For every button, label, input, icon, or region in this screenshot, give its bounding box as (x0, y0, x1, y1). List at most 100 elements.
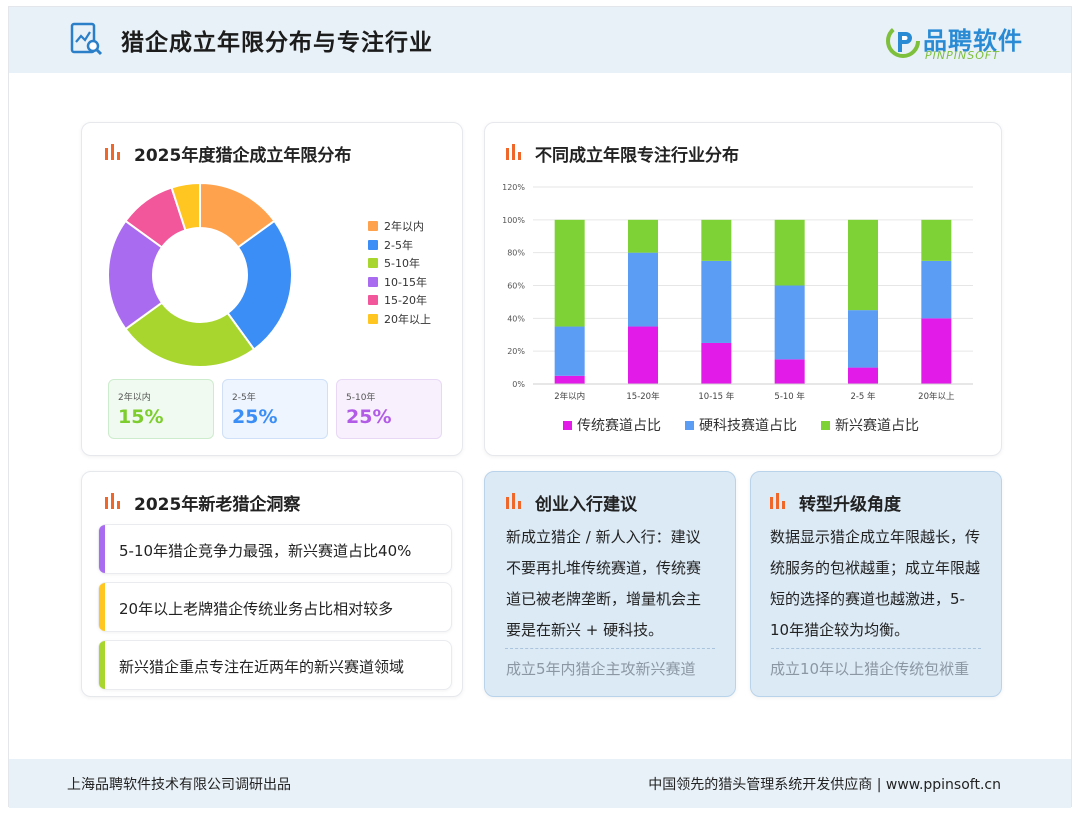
stat-value: 25% (232, 406, 278, 428)
bar-segment[interactable] (921, 318, 952, 384)
insight-item: 20年以上老牌猎企传统业务占比相对较多 (98, 582, 452, 632)
advice-footnote: 成立5年内猎企主攻新兴赛道 (506, 660, 696, 678)
industry-distribution-card: 不同成立年限专注行业分布 0% 20% 40% 60% 80% 100% 120% 2年以内 1… (484, 122, 1002, 456)
stacked-bar-chart: 0% 20% 40% 60% 80% 100% 120% 2年以内 15-20年 10-15 年 5… (502, 183, 973, 434)
bar-segment[interactable] (701, 219, 732, 261)
legend-swatch (563, 421, 572, 430)
bar-segment[interactable] (554, 219, 585, 327)
brand-name-en: PINPINSOFT (925, 49, 1000, 62)
stat-label: 2-5年 (232, 393, 256, 403)
upgrade-card: 转型升级角度 数据显示猎企成立年限越长，传统服务的包袱越重；成立年限越短的选择的… (750, 471, 1002, 697)
brand-logo-mark (886, 24, 920, 58)
y-tick-label: 40% (507, 314, 525, 323)
y-tick-label: 80% (507, 249, 525, 258)
footer-bar: 上海品聘软件技术有限公司调研出品 中国领先的猎头管理系统开发供应商 | www.… (9, 759, 1071, 808)
insight-text: 5-10年猎企竞争力最强，新兴赛道占比40% (119, 542, 412, 560)
legend-item: 5-10年 (368, 255, 420, 271)
bar-chart-icon (105, 144, 120, 160)
x-tick-label: 15-20年 (626, 391, 660, 402)
page-title: 猎企成立年限分布与专注行业 (121, 30, 433, 56)
bar-segment[interactable] (774, 359, 805, 384)
bar-segment[interactable] (628, 219, 658, 253)
stat-box: 5-10年 25% (336, 379, 442, 439)
legend-label: 传统赛道占比 (577, 418, 661, 434)
x-tick-label: 2-5 年 (850, 391, 876, 402)
stat-box: 2年以内 15% (108, 379, 214, 439)
bar-segment[interactable] (701, 260, 732, 343)
legend-swatch (685, 421, 694, 430)
legend-item: 2-5年 (368, 237, 413, 253)
x-tick-label: 20年以上 (918, 391, 955, 402)
legend-label: 2年以内 (384, 220, 424, 233)
footer-website[interactable]: 中国领先的猎头管理系统开发供应商 | www.ppinsoft.cn (648, 774, 1001, 794)
bar-chart-icon (105, 493, 120, 509)
bar-chart-icon (506, 144, 521, 160)
legend-swatch (368, 221, 378, 231)
insight-item: 5-10年猎企竞争力最强，新兴赛道占比40% (98, 524, 452, 574)
bar-segment[interactable] (848, 367, 878, 384)
bar-segment[interactable] (554, 375, 585, 384)
legend-swatch (368, 276, 378, 287)
stat-label: 2年以内 (118, 393, 151, 403)
bar-segment[interactable] (921, 219, 952, 261)
bar-segment[interactable] (921, 260, 952, 319)
y-tick-label: 100% (502, 216, 525, 225)
legend-item: 15-20年 (368, 292, 427, 308)
legend-label: 2-5年 (384, 238, 413, 252)
legend-label: 新兴赛道占比 (835, 418, 919, 434)
legend-swatch (368, 258, 378, 268)
insight-accent-bar (99, 525, 105, 573)
insight-text: 20年以上老牌猎企传统业务占比相对较多 (119, 600, 394, 618)
x-tick-label: 10-15 年 (698, 391, 734, 402)
divider (771, 648, 981, 649)
y-tick-label: 60% (507, 282, 525, 291)
legend-swatch (368, 295, 378, 305)
legend-label: 20年以上 (384, 312, 431, 326)
bar-segment[interactable] (628, 326, 658, 384)
upgrade-footnote: 成立10年以上猎企传统包袱重 (770, 660, 970, 678)
y-tick-label: 20% (507, 347, 525, 356)
bar-segment[interactable] (848, 310, 878, 368)
header-bar: 猎企成立年限分布与专注行业 品聘软件 PINPINSOFT (9, 7, 1071, 73)
insights-card: 2025年新老猎企洞察 5-10年猎企竞争力最强，新兴赛道占比40% 20年以上老… (81, 471, 463, 697)
legend-label: 硬科技赛道占比 (699, 418, 797, 434)
x-tick-label: 2年以内 (554, 391, 585, 402)
bar-chart-icon (770, 493, 785, 509)
x-tick-label: 5-10 年 (774, 391, 805, 402)
insight-accent-bar (99, 641, 105, 689)
upgrade-body: 数据显示猎企成立年限越长，传统服务的包袱越重；成立年限越短的选择的赛道也越激进，… (770, 528, 981, 639)
bar-segment[interactable] (774, 219, 805, 286)
legend-label: 10-15年 (384, 275, 427, 289)
y-tick-label: 120% (502, 183, 525, 192)
stat-label: 5-10年 (346, 393, 376, 403)
insight-accent-bar (99, 583, 105, 631)
bar-chart-icon (506, 493, 521, 509)
legend-item: 2年以内 (368, 218, 424, 234)
legend-item: 20年以上 (368, 311, 431, 327)
legend-swatch (821, 421, 830, 430)
advice-body: 新成立猎企 / 新人入行：建议不要再扎堆传统赛道，传统赛道已被老牌垄断，增量机会… (506, 528, 702, 639)
stat-value: 15% (118, 406, 164, 428)
chart-search-icon (70, 22, 103, 56)
legend-swatch (368, 313, 378, 324)
brand-logo: 品聘软件 PINPINSOFT (885, 19, 1035, 63)
donut-chart (107, 181, 293, 368)
bar-segment[interactable] (774, 285, 805, 360)
divider (505, 648, 715, 649)
bar-segment[interactable] (628, 252, 658, 327)
legend-label: 15-20年 (384, 294, 427, 307)
bar-segment[interactable] (848, 219, 878, 311)
startup-advice-card: 创业入行建议 新成立猎企 / 新人入行：建议不要再扎堆传统赛道，传统赛道已被老牌… (484, 471, 736, 697)
bar-segment[interactable] (554, 326, 585, 376)
age-distribution-card: 2025年度猎企成立年限分布 2年以内 2-5年 5-10年 10-15年 15-20年… (81, 122, 463, 456)
bar-segment[interactable] (701, 342, 732, 384)
legend-item: 10-15年 (368, 274, 427, 290)
insight-item: 新兴猎企重点专注在近两年的新兴赛道领域 (98, 640, 452, 690)
legend-swatch (368, 239, 378, 250)
legend-label: 5-10年 (384, 257, 420, 270)
footer-publisher: 上海品聘软件技术有限公司调研出品 (67, 777, 291, 793)
y-tick-label: 0% (512, 380, 525, 389)
stat-box: 2-5年 25% (222, 379, 328, 439)
report-page: 猎企成立年限分布与专注行业 品聘软件 PINPINSOFT 2025年度猎企成立… (8, 6, 1072, 808)
stat-value: 25% (346, 406, 392, 428)
